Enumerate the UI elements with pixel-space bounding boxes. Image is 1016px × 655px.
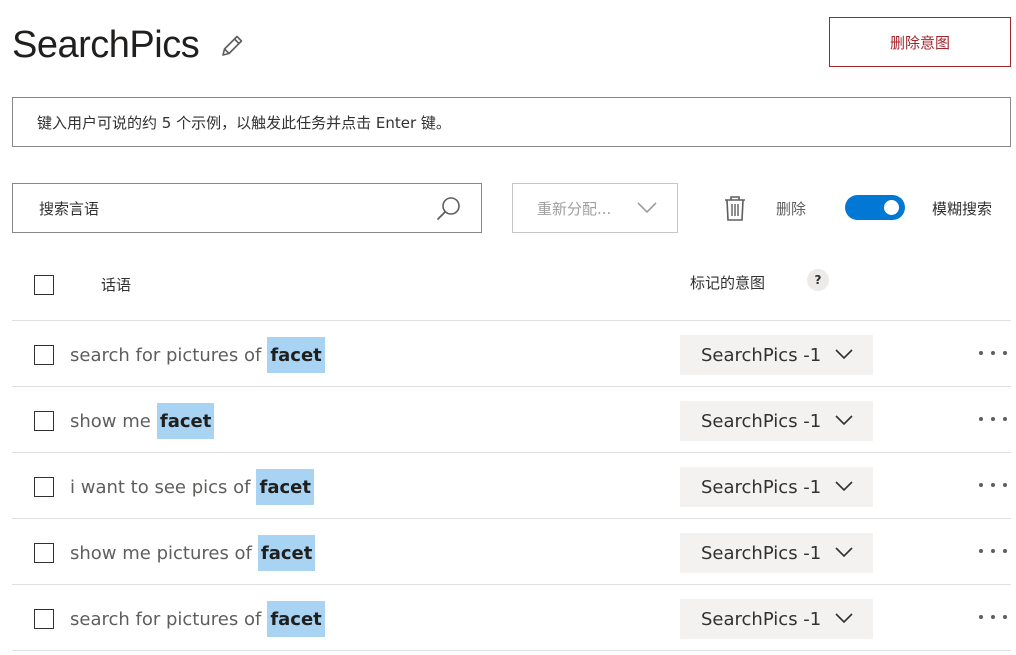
row-checkbox[interactable] xyxy=(34,477,54,497)
utterance-prefix: show me xyxy=(70,410,151,432)
utterance-text: show me facet xyxy=(70,403,215,439)
intent-dropdown[interactable]: SearchPics -1 xyxy=(680,533,873,573)
fuzzy-search-label: 模糊搜索 xyxy=(932,200,993,218)
delete-intent-button[interactable]: 删除意图 xyxy=(829,17,1011,67)
entity-label[interactable]: facet xyxy=(256,469,314,505)
page-title: SearchPics xyxy=(12,24,200,66)
entity-label[interactable]: facet xyxy=(257,535,316,571)
utterance-prefix: search for pictures of xyxy=(70,608,262,630)
utterance-prefix: show me pictures of xyxy=(70,542,252,564)
more-icon[interactable] xyxy=(979,475,1011,495)
more-icon[interactable] xyxy=(979,541,1011,561)
column-header-utterance: 话语 xyxy=(101,276,132,294)
entity-label[interactable]: facet xyxy=(156,403,215,439)
table-row: show me pictures of facet SearchPics -1 xyxy=(12,519,1011,585)
search-placeholder: 搜索言语 xyxy=(39,199,100,218)
intent-dropdown[interactable]: SearchPics -1 xyxy=(680,401,873,441)
entity-label[interactable]: facet xyxy=(267,601,325,637)
table-row: i want to see pics of facet SearchPics -… xyxy=(12,453,1011,519)
utterance-text: search for pictures of facet xyxy=(70,337,325,373)
intent-value: SearchPics -1 xyxy=(701,542,822,564)
intent-value: SearchPics -1 xyxy=(701,410,822,432)
chevron-down-icon xyxy=(835,349,853,360)
table-row: search for pictures of facet SearchPics … xyxy=(12,321,1011,387)
trash-icon[interactable] xyxy=(722,194,748,222)
reassign-dropdown[interactable]: 重新分配... xyxy=(512,183,678,233)
intent-dropdown[interactable]: SearchPics -1 xyxy=(680,599,873,639)
pencil-icon[interactable] xyxy=(218,32,246,60)
table-row: show me facet SearchPics -1 xyxy=(12,387,1011,453)
row-checkbox[interactable] xyxy=(34,609,54,629)
more-icon[interactable] xyxy=(979,343,1011,363)
chevron-down-icon xyxy=(835,481,853,492)
chevron-down-icon xyxy=(835,613,853,624)
search-input[interactable]: 搜索言语 xyxy=(12,183,482,233)
search-icon[interactable] xyxy=(435,195,463,223)
delete-label[interactable]: 删除 xyxy=(776,198,806,219)
entity-label[interactable]: facet xyxy=(267,337,325,373)
intent-value: SearchPics -1 xyxy=(701,344,822,366)
utterance-prefix: search for pictures of xyxy=(70,344,262,366)
select-all-checkbox[interactable] xyxy=(34,275,54,295)
table-row: search for pictures of facet SearchPics … xyxy=(12,585,1011,651)
column-header-intent: 标记的意图 xyxy=(690,274,766,292)
intent-dropdown[interactable]: SearchPics -1 xyxy=(680,467,873,507)
reassign-label: 重新分配... xyxy=(537,199,612,218)
utterance-text: show me pictures of facet xyxy=(70,535,316,571)
row-checkbox[interactable] xyxy=(34,345,54,365)
row-checkbox[interactable] xyxy=(34,543,54,563)
chevron-down-icon xyxy=(835,547,853,558)
utterance-prefix: i want to see pics of xyxy=(70,476,251,498)
more-icon[interactable] xyxy=(979,607,1011,627)
fuzzy-search-toggle[interactable] xyxy=(845,195,905,220)
toggle-knob xyxy=(884,200,899,215)
intent-dropdown[interactable]: SearchPics -1 xyxy=(680,335,873,375)
more-icon[interactable] xyxy=(979,409,1011,429)
intent-value: SearchPics -1 xyxy=(701,476,822,498)
utterance-input[interactable]: 键入用户可说的约 5 个示例，以触发此任务并点击 Enter 键。 xyxy=(12,97,1011,147)
chevron-down-icon xyxy=(835,415,853,426)
help-icon[interactable]: ? xyxy=(807,269,829,291)
utterance-text: search for pictures of facet xyxy=(70,601,325,637)
row-checkbox[interactable] xyxy=(34,411,54,431)
intent-value: SearchPics -1 xyxy=(701,608,822,630)
table-header: 话语 标记的意图 ? xyxy=(12,255,1011,321)
chevron-down-icon xyxy=(637,202,657,214)
utterance-text: i want to see pics of facet xyxy=(70,469,314,505)
